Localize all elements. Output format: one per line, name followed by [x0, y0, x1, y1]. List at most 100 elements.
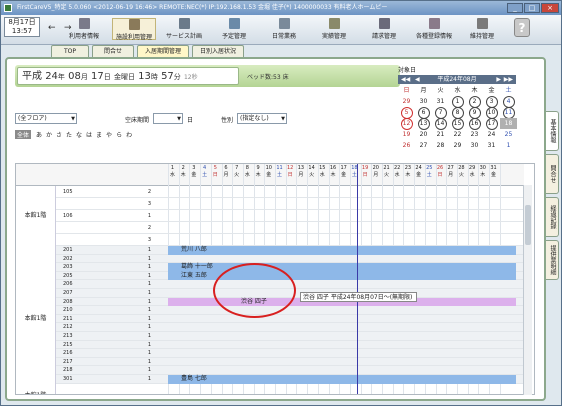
kana-filter-3[interactable]: た [66, 130, 72, 139]
kana-filter-6[interactable]: ま [96, 130, 102, 139]
calendar-day[interactable]: 14 [432, 118, 449, 130]
day-number: 14 [308, 165, 315, 171]
calendar-day[interactable]: 5 [398, 107, 415, 119]
kana-filter-7[interactable]: や [106, 130, 112, 139]
calendar-day[interactable]: 12 [398, 118, 415, 130]
next-year-icon[interactable]: ▶▶ [504, 75, 513, 84]
minimize-button[interactable]: _ [507, 3, 523, 13]
toolbar-maintenance-button[interactable]: 維持管理 [460, 18, 504, 40]
day-weekday: 水 [469, 172, 475, 178]
kana-filter-2[interactable]: さ [56, 130, 62, 139]
calendar-day[interactable]: 3 [483, 96, 500, 108]
calendar-day[interactable]: 30 [466, 140, 483, 151]
kana-filter-0[interactable]: あ [36, 130, 42, 139]
occupant-name[interactable]: 豊島 七郎 [181, 375, 207, 383]
floor-select[interactable]: (全フロア) ▼ [15, 113, 77, 124]
calendar-day[interactable]: 30 [415, 96, 432, 107]
toolbar-service-plan-button[interactable]: サービス計画 [162, 18, 206, 40]
calendar-day[interactable]: 4 [500, 96, 517, 108]
calendar-day[interactable]: 16 [466, 118, 483, 130]
toolbar-daily-work-button[interactable]: 日常業務 [262, 18, 306, 40]
day-header: 4土 [200, 165, 209, 179]
calendar-day[interactable]: 1 [449, 96, 466, 108]
kana-filter-1[interactable]: か [46, 130, 52, 139]
calendar-day[interactable]: 29 [398, 96, 415, 107]
side-tab-0[interactable]: 基本情報 [546, 111, 559, 151]
calendar-day[interactable]: 31 [432, 96, 449, 107]
current-date-box[interactable]: 8月17日 13:57 [4, 17, 40, 37]
toolbar-user-button[interactable]: 利用者情報 [62, 18, 106, 40]
calendar-day[interactable]: 17 [483, 118, 500, 130]
toolbar-billing-button[interactable]: 請求管理 [362, 18, 406, 40]
day-number: 21 [383, 165, 390, 171]
calendar-day[interactable]: 22 [449, 129, 466, 140]
kana-filter-4[interactable]: な [76, 130, 82, 139]
calendar-day[interactable]: 9 [466, 107, 483, 119]
tab-top[interactable]: TOP [51, 45, 89, 57]
content-panel: 平成 24年 08月 17日 金曜日 13時 57分 12秒 ベッド数:53 床… [5, 57, 546, 401]
calendar-day[interactable]: 28 [432, 140, 449, 151]
occupancy-bar[interactable] [168, 263, 516, 272]
occupant-name[interactable]: 江東 五郎 [181, 272, 207, 280]
calendar-day[interactable]: 21 [432, 129, 449, 140]
day-header: 24 金 [414, 165, 423, 179]
side-tab-1[interactable]: 問合せ [546, 154, 559, 194]
toolbar-facility-button[interactable]: 施設利用管理 [112, 18, 156, 41]
title-bar[interactable]: FirstCareV5_特定 5.0.060 <2012-06-19 16:46… [1, 1, 561, 15]
vacancy-days-select[interactable]: ▼ [153, 113, 183, 124]
gender-select[interactable]: (指定なし) ▼ [237, 113, 287, 124]
occupancy-bar[interactable] [168, 375, 516, 384]
vertical-scrollbar[interactable] [523, 185, 532, 395]
tab-daily-status[interactable]: 日別入居状況 [192, 45, 244, 57]
today-marker [357, 164, 358, 394]
day-weekday: 金 [266, 172, 272, 178]
next-month-icon[interactable]: ▶ [496, 75, 501, 84]
toolbar-results-button[interactable]: 実績管理 [312, 18, 356, 40]
scrollbar-thumb[interactable] [525, 205, 531, 245]
calendar-day[interactable]: 2 [466, 96, 483, 108]
help-button[interactable]: ? [514, 18, 530, 37]
calendar-day[interactable]: 29 [449, 140, 466, 151]
toolbar-schedule-button[interactable]: 予定管理 [212, 18, 256, 40]
toolbar-label: 維持管理 [469, 33, 494, 40]
calendar-day[interactable]: 20 [415, 129, 432, 140]
occupant-name[interactable]: 葛飾 十一郎 [181, 263, 213, 271]
calendar-day[interactable]: 8 [449, 107, 466, 119]
prev-month-icon[interactable]: ◀ [415, 75, 420, 84]
calendar-day[interactable]: 7 [432, 107, 449, 119]
calendar-day[interactable]: 26 [398, 140, 415, 151]
kana-all-button[interactable]: 全体 [15, 130, 32, 139]
kana-filter-9[interactable]: わ [126, 130, 132, 139]
calendar-day[interactable]: 11 [500, 107, 517, 119]
calendar-day[interactable]: 25 [500, 129, 517, 140]
tab-stay-period[interactable]: 入居期間管理 [137, 45, 189, 57]
maximize-button[interactable]: □ [524, 3, 540, 13]
close-button[interactable]: × [541, 3, 559, 13]
side-tab-3[interactable]: 提供票明細 [546, 240, 559, 280]
kana-filter-5[interactable]: は [86, 130, 92, 139]
prev-year-icon[interactable]: ◀◀ [401, 75, 410, 84]
kana-filter-8[interactable]: ら [116, 130, 122, 139]
tab-inquiry[interactable]: 問合せ [92, 45, 134, 57]
occupancy-bar[interactable] [168, 246, 516, 255]
calendar-day[interactable]: 23 [466, 129, 483, 140]
side-tab-2[interactable]: 経過記録 [546, 197, 559, 237]
calendar-day[interactable]: 6 [415, 107, 432, 119]
back-arrow-icon[interactable]: ← [48, 23, 56, 33]
calendar-day[interactable]: 18 [500, 118, 517, 129]
calendar-day[interactable]: 13 [415, 118, 432, 130]
day-header: 16 木 [329, 165, 338, 179]
calendar-day[interactable]: 24 [483, 129, 500, 140]
calendar-day[interactable]: 19 [398, 129, 415, 140]
calendar-day[interactable]: 1 [500, 140, 517, 151]
gender-select-value: (指定なし) [240, 115, 269, 122]
calendar-day[interactable]: 27 [415, 140, 432, 151]
calendar-day[interactable]: 15 [449, 118, 466, 130]
calendar-header: ◀◀ ◀ 平成24年08月 ▶ ▶▶ [398, 75, 516, 84]
occupant-name[interactable]: 荒川 八郎 [181, 246, 207, 254]
calendar-weekday: 月 [420, 87, 427, 94]
toolbar-registry-button[interactable]: 各種登録情報 [412, 18, 456, 40]
calendar-day[interactable]: 10 [483, 107, 500, 119]
day-number: 30 [479, 165, 486, 171]
calendar-day[interactable]: 31 [483, 140, 500, 151]
